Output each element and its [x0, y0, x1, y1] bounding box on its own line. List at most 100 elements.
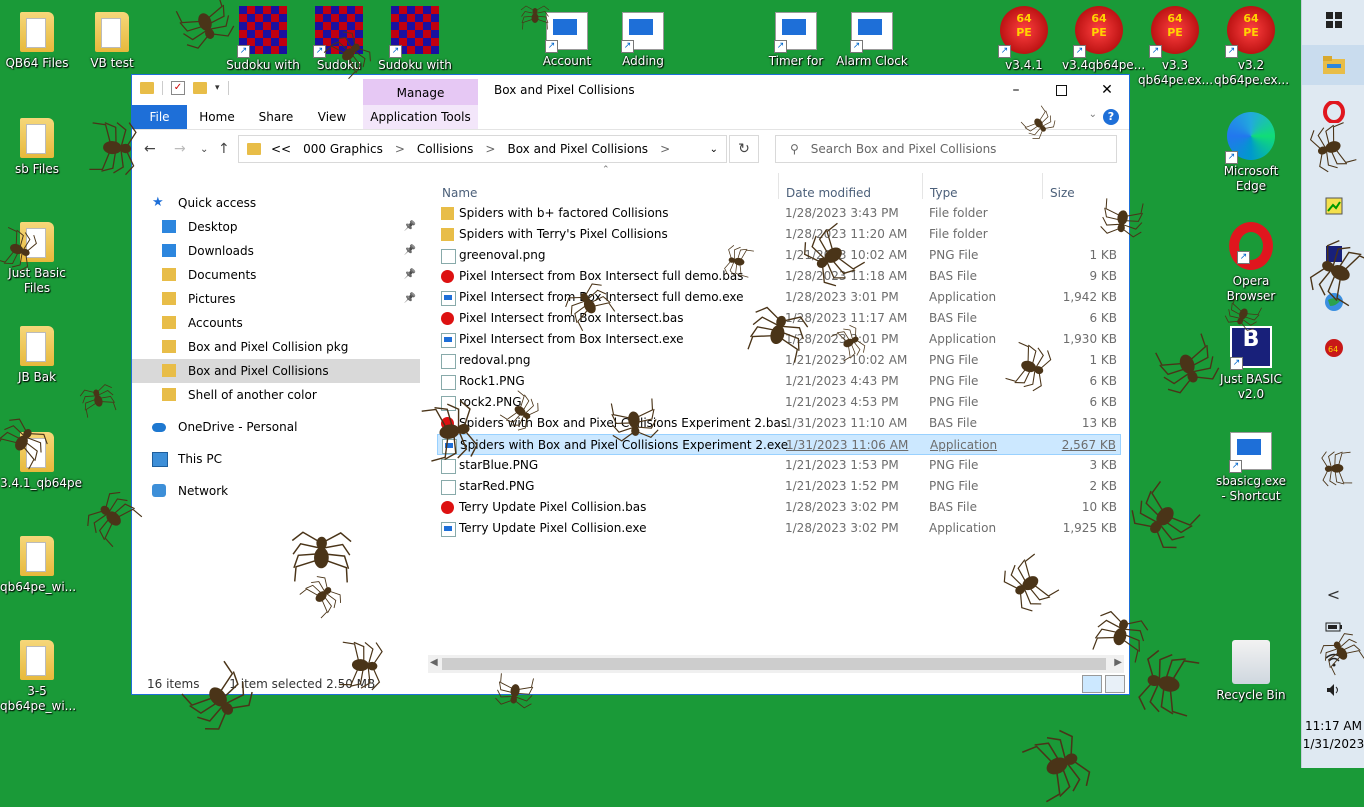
qb64-taskbar-icon[interactable]: 64 — [1302, 328, 1364, 368]
customize-qat-icon[interactable]: ▾ — [215, 83, 220, 93]
file-row[interactable]: Pixel Intersect from Box Intersect.exe 1/… — [437, 329, 1121, 350]
tab-file[interactable]: File — [132, 105, 187, 129]
address-dropdown-icon[interactable]: ⌄ — [710, 144, 718, 155]
file-row[interactable]: Spiders with Terry's Pixel Collisions 1/2… — [437, 224, 1121, 245]
desktop-icon[interactable]: 3-5 qb64pe_wi... — [0, 640, 76, 714]
nav-item-desktop[interactable]: Desktop 📌 — [132, 215, 420, 239]
nav-item-quick-access[interactable]: ★ Quick access — [132, 191, 420, 215]
file-row[interactable]: rock2.PNG 1/21/2023 4:53 PM PNG File 6 KB — [437, 392, 1121, 413]
breadcrumb-overflow[interactable]: << — [271, 142, 291, 156]
nav-item-accounts[interactable]: Accounts — [132, 311, 420, 335]
details-view-icon[interactable] — [1082, 675, 1102, 693]
pin-icon[interactable]: 📌 — [404, 215, 416, 239]
folder-icon[interactable] — [140, 82, 154, 94]
breadcrumb-separator[interactable]: > — [660, 142, 670, 156]
pin-icon[interactable]: 📌 — [404, 239, 416, 263]
nav-item-onedrive-personal[interactable]: OneDrive - Personal — [132, 415, 420, 439]
file-row[interactable]: greenoval.png 1/21/2023 10:02 AM PNG File 1… — [437, 245, 1121, 266]
desktop-icon[interactable]: ↗ Sudoku with — [378, 6, 452, 73]
volume-icon[interactable] — [1302, 670, 1364, 710]
file-row[interactable]: Terry Update Pixel Collision.bas 1/28/202… — [437, 497, 1121, 518]
properties-icon[interactable]: ✓ — [171, 81, 185, 95]
scrollbar-thumb[interactable] — [442, 658, 1106, 670]
desktop-icon[interactable]: qb64pe_wi... — [0, 536, 76, 595]
chevron-down-icon[interactable]: ⌄ — [1089, 109, 1097, 120]
tab-share[interactable]: Share — [252, 105, 300, 129]
file-row[interactable]: redoval.png 1/21/2023 10:02 AM PNG File 1 K… — [437, 350, 1121, 371]
file-row[interactable]: Pixel Intersect from Box Intersect full … — [437, 266, 1121, 287]
breadcrumb-separator[interactable]: > — [485, 142, 495, 156]
desktop-icon[interactable]: sb Files — [0, 118, 74, 177]
desktop-icon[interactable]: ↗ Alarm Clock — [835, 12, 909, 69]
column-divider[interactable] — [1042, 173, 1043, 199]
maximize-button[interactable] — [1038, 75, 1084, 105]
nav-item-documents[interactable]: Documents 📌 — [132, 263, 420, 287]
column-divider[interactable] — [778, 173, 779, 199]
desktop-icon[interactable]: ↗ Just BASIC v2.0 — [1214, 326, 1288, 402]
search-input[interactable]: ⚲ Search Box and Pixel Collisions — [775, 135, 1117, 163]
breadcrumb-000-graphics[interactable]: 000 Graphics — [303, 142, 383, 156]
desktop-icon[interactable]: ↗ Adding — [606, 12, 680, 69]
nav-item-network[interactable]: Network — [132, 479, 420, 503]
help-icon[interactable]: ? — [1103, 109, 1119, 125]
file-row[interactable]: starBlue.PNG 1/21/2023 1:53 PM PNG File 3 K… — [437, 455, 1121, 476]
file-row[interactable]: Pixel Intersect from Box Intersect.bas 1/… — [437, 308, 1121, 329]
back-arrow-icon[interactable]: ← — [144, 141, 156, 157]
file-row[interactable]: Pixel Intersect from Box Intersect full … — [437, 287, 1121, 308]
desktop-icon[interactable]: ↗ Microsoft Edge — [1214, 112, 1288, 194]
desktop-icon[interactable]: Recycle Bin — [1214, 640, 1288, 703]
app-taskbar-icon[interactable] — [1302, 186, 1364, 226]
large-icons-view-icon[interactable] — [1105, 675, 1125, 693]
address-bar[interactable]: << 000 Graphics > Collisions > Box and P… — [238, 135, 727, 163]
desktop-icon[interactable]: ↗ Sudoku — [302, 6, 376, 73]
desktop-icon[interactable]: ↗v3.2 qb64pe.ex... — [1214, 6, 1289, 88]
file-row[interactable]: Spiders with b+ factored Collisions 1/28/… — [437, 203, 1121, 224]
desktop-icon[interactable]: ↗ Sudoku with — [226, 6, 300, 73]
recent-locations-icon[interactable]: ⌄ — [200, 144, 208, 155]
nav-item-this-pc[interactable]: This PC — [132, 447, 420, 471]
file-row[interactable]: Terry Update Pixel Collision.exe 1/28/202… — [437, 518, 1121, 539]
nav-item-box-and-pixel-collisions[interactable]: Box and Pixel Collisions — [132, 359, 420, 383]
forward-arrow-icon[interactable]: → — [174, 141, 186, 157]
breadcrumb-separator[interactable]: > — [395, 142, 405, 156]
app-taskbar-icon[interactable] — [1302, 234, 1364, 274]
scroll-right-icon[interactable]: ▶ — [1114, 657, 1122, 668]
breadcrumb-collisions[interactable]: Collisions — [417, 142, 474, 156]
clock-time[interactable]: 11:17 AM — [1302, 718, 1364, 734]
nav-item-box-and-pixel-collision-pkg[interactable]: Box and Pixel Collision pkg — [132, 335, 420, 359]
desktop-icon[interactable]: ↗ Opera Browser — [1214, 222, 1288, 304]
close-button[interactable]: ✕ — [1084, 75, 1130, 105]
globe-taskbar-icon[interactable] — [1302, 282, 1364, 322]
manage-tab[interactable]: Manage — [363, 79, 478, 107]
tab-view[interactable]: View — [310, 105, 354, 129]
nav-item-downloads[interactable]: Downloads 📌 — [132, 239, 420, 263]
file-row[interactable]: Spiders with Box and Pixel Collisions Ex… — [437, 413, 1121, 434]
tab-home[interactable]: Home — [194, 105, 240, 129]
new-folder-icon[interactable] — [193, 82, 207, 94]
file-explorer-taskbar-icon[interactable] — [1302, 45, 1364, 85]
desktop-icon[interactable]: JB Bak — [0, 326, 74, 385]
column-divider[interactable] — [922, 173, 923, 199]
pin-icon[interactable]: 📌 — [404, 263, 416, 287]
desktop-icon[interactable]: ↗v3.4.1 — [987, 6, 1061, 73]
desktop-icon[interactable]: Just Basic Files — [0, 222, 74, 296]
horizontal-scrollbar[interactable]: ◀ ▶ — [428, 655, 1124, 673]
nav-item-shell-of-another-color[interactable]: Shell of another color — [132, 383, 420, 407]
nav-item-pictures[interactable]: Pictures 📌 — [132, 287, 420, 311]
tab-application-tools[interactable]: Application Tools — [363, 105, 478, 129]
windows-start-icon[interactable] — [1302, 0, 1364, 40]
up-arrow-icon[interactable]: ↑ — [218, 141, 230, 157]
desktop-icon[interactable]: ↗v3.4qb64pe... — [1062, 6, 1145, 73]
refresh-button[interactable]: ↻ — [729, 135, 759, 163]
desktop-icon[interactable]: QB64 Files — [0, 12, 74, 71]
minimize-button[interactable]: – — [993, 75, 1039, 105]
breadcrumb-box-and-pixel-collisions[interactable]: Box and Pixel Collisions — [507, 142, 648, 156]
file-row[interactable]: Spiders with Box and Pixel Collisions Ex… — [437, 434, 1121, 455]
file-row[interactable]: Rock1.PNG 1/21/2023 4:43 PM PNG File 6 KB — [437, 371, 1121, 392]
desktop-icon[interactable]: ↗ sbasicg.exe - Shortcut — [1214, 432, 1288, 504]
desktop-icon[interactable]: VB test — [75, 12, 149, 71]
desktop-icon[interactable]: ↗ Timer for — [759, 12, 833, 69]
clock-date[interactable]: 1/31/2023 — [1302, 736, 1364, 752]
desktop-icon[interactable]: ↗v3.3 qb64pe.ex... — [1138, 6, 1213, 88]
scroll-left-icon[interactable]: ◀ — [430, 657, 438, 668]
